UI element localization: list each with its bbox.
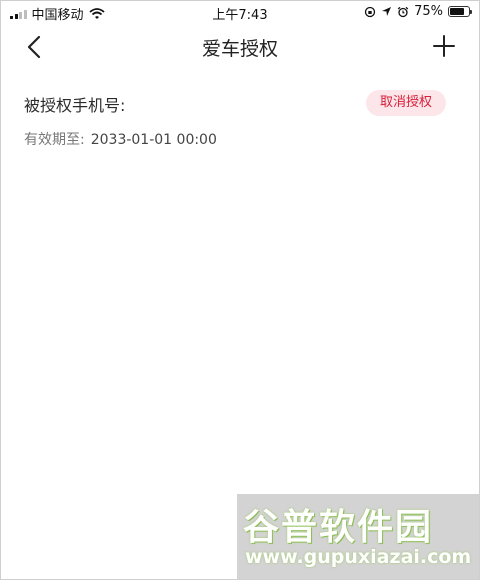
orientation-lock-icon (364, 6, 376, 17)
battery-icon (448, 6, 472, 17)
expiry-row: 有效期至: 2033-01-01 00:00 (24, 129, 217, 149)
battery-level-fill (450, 8, 464, 15)
navigation-bar: 爱车授权 (0, 24, 480, 70)
plus-icon (433, 35, 455, 57)
battery-percent: 75% (414, 4, 443, 19)
authorization-item: 被授权手机号: 取消授权 有效期至: 2033-01-01 00:00 (0, 80, 480, 160)
expiry-label: 有效期至: (24, 132, 85, 148)
authorized-phone-label: 被授权手机号: (24, 96, 126, 115)
cancel-authorization-button[interactable]: 取消授权 (365, 90, 446, 116)
status-bar-right: 75% (364, 4, 472, 19)
location-icon (382, 7, 392, 16)
status-bar: 中国移动 上午7:43 75% (0, 0, 480, 24)
watermark-title: 谷普软件园 (243, 507, 434, 548)
watermark: 谷普软件园 www.gupuxiazai.com (237, 494, 480, 580)
alarm-icon (397, 6, 409, 17)
watermark-url: www.gupuxiazai.com (245, 546, 472, 568)
expiry-value: 2033-01-01 00:00 (90, 132, 217, 148)
add-authorization-button[interactable] (432, 34, 456, 58)
page-title: 爱车授权 (201, 38, 278, 60)
